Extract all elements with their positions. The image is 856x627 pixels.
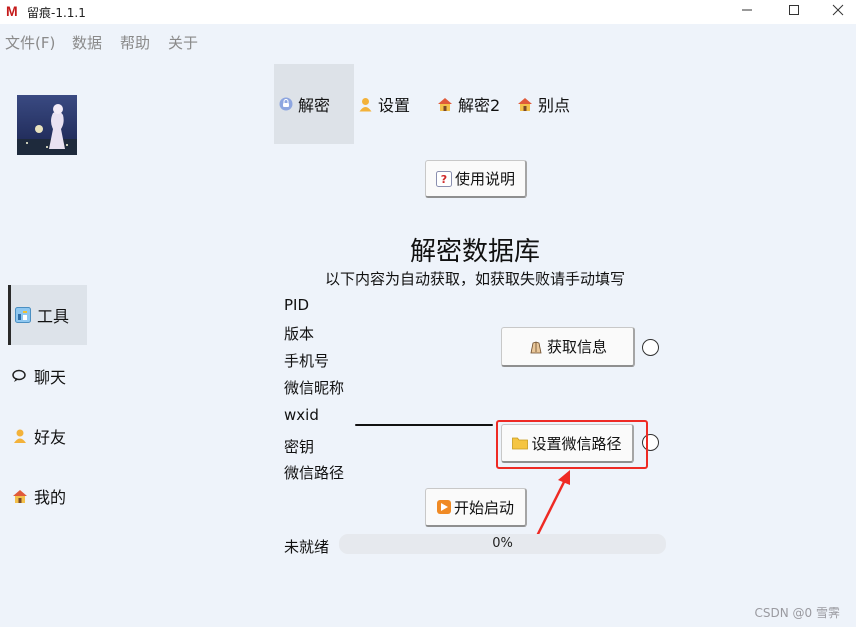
maximize-button[interactable] — [771, 0, 817, 24]
annotation-arrow-icon — [529, 470, 570, 549]
play-icon — [436, 500, 451, 514]
start-button[interactable]: 开始启动 — [425, 488, 527, 527]
start-button-label: 开始启动 — [453, 498, 514, 517]
user-icon — [358, 97, 373, 112]
label-wxid: wxid — [284, 406, 319, 424]
title-bar: M 留痕-1.1.1 — [0, 0, 856, 24]
tab-decrypt[interactable]: 解密 — [274, 64, 354, 144]
label-pid: PID — [284, 296, 310, 314]
help-button[interactable]: ? 使用说明 — [425, 160, 527, 198]
label-wechat-path: 微信路径 — [284, 464, 345, 482]
sidebar-item-friends[interactable]: 好友 — [8, 406, 87, 466]
tab-dont-click[interactable]: 别点 — [517, 64, 570, 144]
sidebar-item-tools[interactable]: 工具 — [8, 285, 87, 345]
tab-settings[interactable]: 设置 — [358, 64, 410, 144]
menu-about[interactable]: 关于 — [168, 32, 198, 53]
svg-text:?: ? — [441, 173, 447, 186]
window-title: 留痕-1.1.1 — [27, 6, 86, 20]
close-button[interactable] — [815, 0, 856, 24]
get-info-label: 获取信息 — [546, 338, 607, 356]
chat-icon — [11, 368, 29, 384]
tab-label: 解密 — [298, 96, 331, 115]
progress-bar: 0% — [339, 534, 666, 554]
user-icon — [11, 428, 29, 444]
avatar[interactable] — [17, 95, 77, 155]
watermark: CSDN @0 雪霁 — [754, 606, 840, 620]
wxid-input[interactable] — [355, 424, 493, 426]
menu-help[interactable]: 帮助 — [120, 32, 150, 53]
sidebar-item-label: 工具 — [37, 307, 70, 326]
sidebar-item-label: 聊天 — [34, 368, 67, 387]
label-nickname: 微信昵称 — [284, 379, 345, 397]
get-info-button[interactable]: 获取信息 — [501, 327, 635, 367]
get-info-status-radio[interactable] — [642, 339, 659, 356]
help-button-label: 使用说明 — [454, 170, 515, 188]
sidebar-item-label: 我的 — [34, 488, 67, 507]
label-version: 版本 — [284, 325, 315, 343]
tab-decrypt2[interactable]: 解密2 — [437, 64, 500, 144]
progress-text: 0% — [492, 536, 513, 551]
close-icon — [832, 4, 844, 16]
highlight-box — [496, 420, 648, 469]
sidebar-item-mine[interactable]: 我的 — [8, 466, 87, 526]
tab-label: 别点 — [538, 96, 571, 115]
status-label: 未就绪 — [284, 538, 330, 556]
menu-file[interactable]: 文件(F) — [5, 32, 55, 53]
home-icon — [11, 488, 29, 504]
sidebar-item-label: 好友 — [34, 428, 67, 447]
avatar-image — [17, 95, 77, 155]
minimize-icon — [742, 9, 752, 11]
hands-icon — [528, 339, 544, 355]
sidebar-item-chat[interactable]: 聊天 — [8, 346, 87, 406]
menu-data[interactable]: 数据 — [72, 32, 102, 53]
home-icon — [517, 96, 533, 112]
page-subtitle: 以下内容为自动获取，如获取失败请手动填写 — [324, 270, 625, 288]
home-icon — [437, 96, 453, 112]
maximize-icon — [789, 5, 799, 15]
label-phone: 手机号 — [284, 352, 330, 370]
app-logo: M — [6, 3, 18, 19]
label-key: 密钥 — [284, 438, 315, 456]
decrypt-icon — [279, 97, 293, 111]
page-title: 解密数据库 — [409, 237, 540, 267]
tab-label: 设置 — [378, 96, 411, 115]
tools-icon — [14, 307, 32, 323]
question-icon: ? — [435, 170, 452, 187]
tab-label: 解密2 — [458, 96, 501, 115]
minimize-button[interactable] — [724, 0, 770, 24]
